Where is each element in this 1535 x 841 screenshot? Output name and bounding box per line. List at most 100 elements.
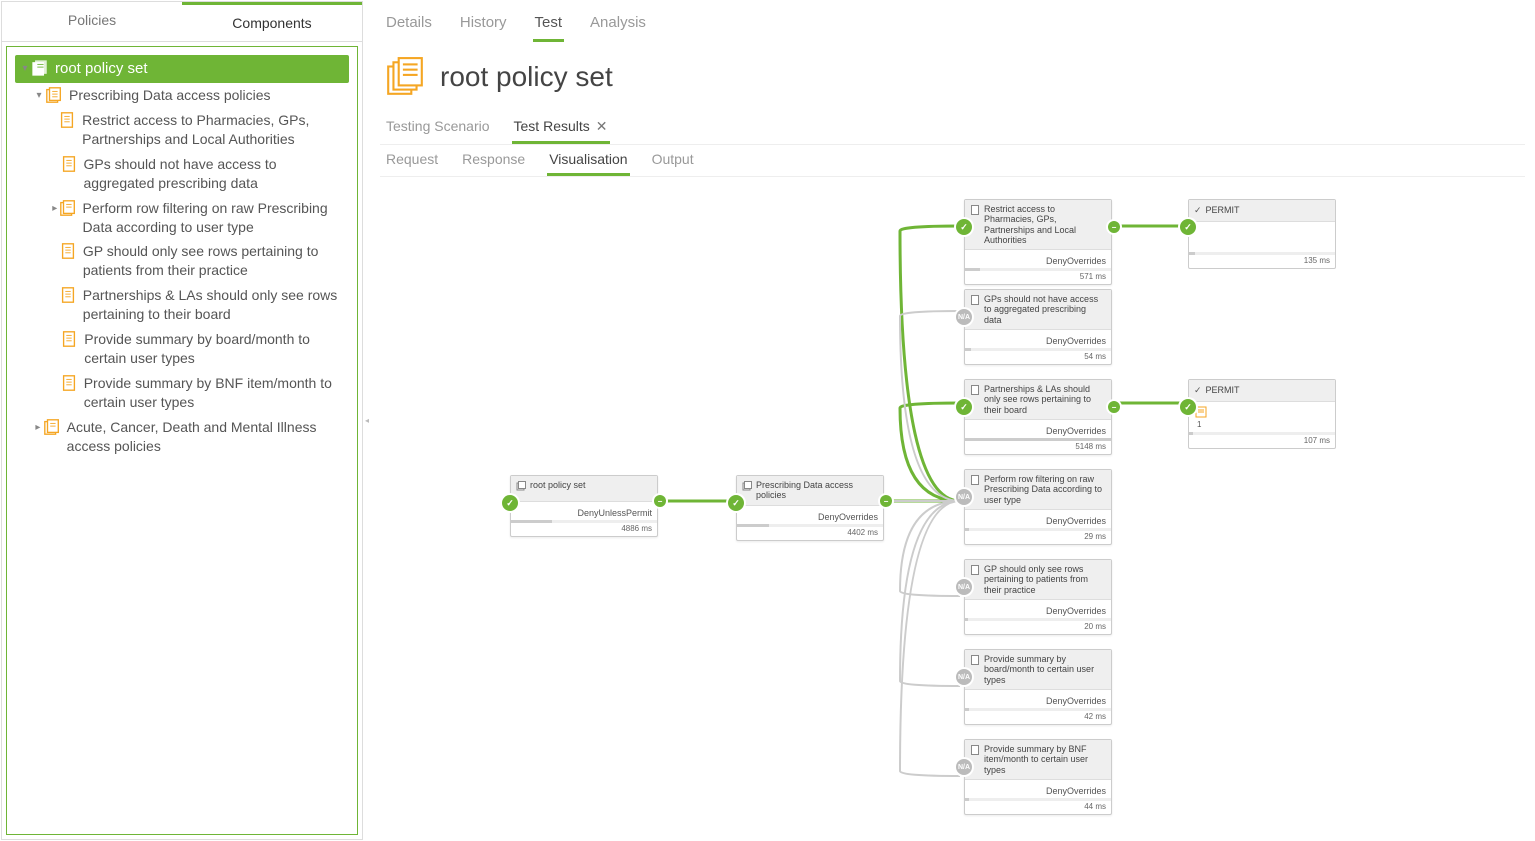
policy-icon	[60, 155, 78, 173]
node-time: 54 ms	[965, 351, 1111, 364]
top-tabs: Details History Test Analysis	[380, 4, 1525, 42]
node-root-policy-set[interactable]: root policy set DenyUnlessPermit 4886 ms	[510, 475, 658, 537]
tab-test-results-label: Test Results	[514, 118, 590, 134]
node-partnerships-las[interactable]: Partnerships & LAs should only see rows …	[964, 379, 1112, 455]
policy-icon	[970, 565, 980, 575]
node-algo: DenyOverrides	[965, 330, 1111, 348]
policy-icon	[970, 745, 980, 755]
expand-icon[interactable]: −	[880, 495, 892, 507]
policy-icon	[970, 295, 980, 305]
policy-set-icon	[516, 481, 526, 491]
policy-icon	[60, 330, 78, 348]
node-board-month[interactable]: Provide summary by board/month to certai…	[964, 649, 1112, 725]
node-title: root policy set	[530, 480, 586, 490]
chevron-right-icon[interactable]: ▸	[33, 422, 43, 433]
policy-set-icon	[59, 199, 77, 217]
node-time: 4402 ms	[737, 527, 883, 540]
tab-details[interactable]: Details	[384, 10, 434, 42]
tab-test-results[interactable]: Test Results ✕	[512, 112, 610, 144]
policy-icon	[970, 655, 980, 665]
node-row-filtering[interactable]: Perform row filtering on raw Prescribing…	[964, 469, 1112, 545]
tab-testing-scenario[interactable]: Testing Scenario	[384, 112, 492, 144]
permit-time: 135 ms	[1189, 255, 1335, 268]
node-algo: DenyOverrides	[965, 780, 1111, 798]
tree-group-label: Prescribing Data access policies	[69, 86, 271, 105]
node-prescribing-policies[interactable]: Prescribing Data access policies DenyOve…	[736, 475, 884, 541]
na-badge: N/A	[956, 309, 972, 325]
tree-item-label: Provide summary by BNF item/month to cer…	[84, 374, 347, 412]
tree-item[interactable]: GP should only see rows pertaining to pa…	[15, 239, 349, 283]
policy-set-icon	[45, 86, 63, 104]
tab-visualisation[interactable]: Visualisation	[547, 145, 629, 176]
check-icon: ✓	[1194, 205, 1202, 216]
left-tabs: Policies Components	[2, 2, 362, 42]
obligation-icon	[1195, 406, 1207, 418]
sub-tabs: Testing Scenario Test Results ✕	[380, 112, 1525, 145]
tree-item-label: Partnerships & LAs should only see rows …	[83, 286, 347, 324]
node-title: GP should only see rows pertaining to pa…	[984, 564, 1106, 595]
policy-icon	[970, 205, 980, 215]
visualisation-canvas[interactable]: root policy set DenyUnlessPermit 4886 ms…	[380, 181, 1525, 831]
title-row: root policy set	[380, 42, 1525, 112]
tree-group-label: Acute, Cancer, Death and Mental Illness …	[67, 418, 347, 456]
chevron-down-icon[interactable]: ▾	[19, 63, 31, 74]
tree-item-label: Restrict access to Pharmacies, GPs, Part…	[82, 111, 347, 149]
check-icon: ✓	[1180, 219, 1196, 235]
permit-time: 107 ms	[1189, 435, 1335, 448]
node-gps-aggregated[interactable]: GPs should not have access to aggregated…	[964, 289, 1112, 365]
tab-policies[interactable]: Policies	[2, 2, 182, 41]
chevron-right-icon[interactable]: ▸	[51, 203, 59, 214]
chevron-down-icon[interactable]: ▾	[33, 90, 45, 101]
node-algo: DenyUnlessPermit	[511, 502, 657, 520]
policy-set-icon	[384, 56, 426, 98]
node-title: GPs should not have access to aggregated…	[984, 294, 1106, 325]
tree-item-label: GP should only see rows pertaining to pa…	[83, 242, 347, 280]
tab-request[interactable]: Request	[384, 145, 440, 176]
node-algo: DenyOverrides	[965, 250, 1111, 268]
node-algo: DenyOverrides	[965, 690, 1111, 708]
page-title: root policy set	[440, 61, 613, 93]
node-time: 571 ms	[965, 271, 1111, 284]
tab-history[interactable]: History	[458, 10, 509, 42]
tree-item[interactable]: Provide summary by board/month to certai…	[15, 327, 349, 371]
tree-group-prescribing[interactable]: ▾ Prescribing Data access policies	[15, 83, 349, 108]
node-title: Provide summary by board/month to certai…	[984, 654, 1106, 685]
node-permit[interactable]: ✓PERMIT 1 107 ms	[1188, 379, 1336, 449]
node-title: Prescribing Data access policies	[756, 480, 878, 501]
policy-set-icon	[31, 59, 49, 77]
close-icon[interactable]: ✕	[596, 118, 608, 134]
tree-root[interactable]: ▾ root policy set	[15, 55, 349, 83]
tree-item[interactable]: GPs should not have access to aggregated…	[15, 152, 349, 196]
node-permit[interactable]: ✓PERMIT 135 ms	[1188, 199, 1336, 269]
tree-item[interactable]: Restrict access to Pharmacies, GPs, Part…	[15, 108, 349, 152]
expand-icon[interactable]: −	[1108, 221, 1120, 233]
tab-test[interactable]: Test	[533, 10, 565, 42]
node-gp-patients[interactable]: GP should only see rows pertaining to pa…	[964, 559, 1112, 635]
policy-icon	[60, 374, 78, 392]
node-time: 29 ms	[965, 531, 1111, 544]
tab-components[interactable]: Components	[182, 2, 362, 41]
tree-item[interactable]: Provide summary by BNF item/month to cer…	[15, 371, 349, 415]
policy-tree: ▾ root policy set ▾ Prescribing Data acc…	[6, 46, 358, 835]
tree-item[interactable]: Partnerships & LAs should only see rows …	[15, 283, 349, 327]
expand-icon[interactable]: −	[654, 495, 666, 507]
na-badge: N/A	[956, 759, 972, 775]
na-badge: N/A	[956, 669, 972, 685]
node-title: Restrict access to Pharmacies, GPs, Part…	[984, 204, 1106, 245]
tree-group-acute[interactable]: ▸ Acute, Cancer, Death and Mental Illnes…	[15, 415, 349, 459]
permit-label: PERMIT	[1206, 385, 1240, 395]
check-icon: ✓	[956, 399, 972, 415]
node-restrict-access[interactable]: Restrict access to Pharmacies, GPs, Part…	[964, 199, 1112, 285]
expand-icon[interactable]: −	[1108, 401, 1120, 413]
tab-output[interactable]: Output	[650, 145, 696, 176]
node-time: 4886 ms	[511, 523, 657, 536]
node-time: 42 ms	[965, 711, 1111, 724]
tree-root-label: root policy set	[55, 59, 148, 79]
tree-item[interactable]: ▸Perform row filtering on raw Prescribin…	[15, 196, 349, 240]
tab-response[interactable]: Response	[460, 145, 527, 176]
node-bnf-month[interactable]: Provide summary by BNF item/month to cer…	[964, 739, 1112, 815]
node-time: 5148 ms	[965, 441, 1111, 454]
tab-analysis[interactable]: Analysis	[588, 10, 648, 42]
policy-icon	[59, 286, 77, 304]
policy-icon	[59, 242, 77, 260]
